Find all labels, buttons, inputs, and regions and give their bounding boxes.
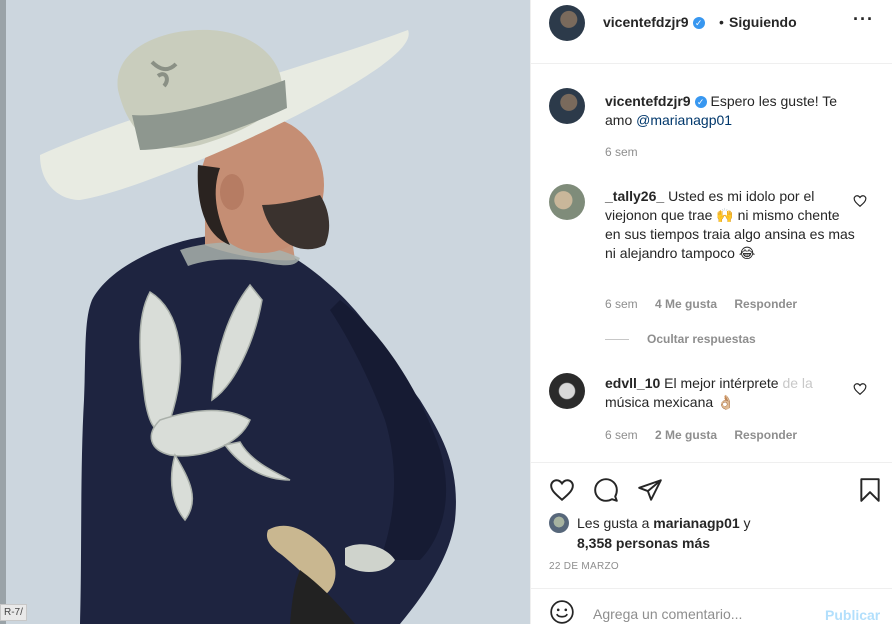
post-header: vicentefdzjr9 ✓ • Siguiendo ··· xyxy=(531,0,892,64)
reply-button[interactable]: Responder xyxy=(734,297,797,311)
caption-meta: 6 sem xyxy=(605,145,652,159)
comment-username[interactable]: _tally26_ xyxy=(605,188,664,204)
paper-plane-icon[interactable] xyxy=(637,477,663,503)
add-comment-bar: Publicar xyxy=(531,588,892,624)
comment-text-faded: de la xyxy=(782,375,813,391)
charro-illustration xyxy=(0,0,530,624)
comment-username[interactable]: edvll_10 xyxy=(605,375,660,391)
comment-likes[interactable]: 2 Me gusta xyxy=(655,428,717,442)
post-detail-panel: vicentefdzjr9 ✓ • Siguiendo ··· vicentefd… xyxy=(530,0,892,624)
more-options-icon[interactable]: ··· xyxy=(853,9,874,30)
reply-button[interactable]: Responder xyxy=(734,428,797,442)
comment-meta: 6 sem 4 Me gusta Responder xyxy=(605,297,811,311)
hide-replies-label[interactable]: Ocultar respuestas xyxy=(647,332,756,346)
comment-likes[interactable]: 4 Me gusta xyxy=(655,297,717,311)
left-edge-strip xyxy=(0,0,6,624)
caption-time[interactable]: 6 sem xyxy=(605,145,638,159)
liker-avatar[interactable] xyxy=(549,513,569,533)
publish-button[interactable]: Publicar xyxy=(825,607,880,623)
comment-body: _tally26_ Usted es mi idolo por el viejo… xyxy=(605,187,855,263)
likes-prefix: Les gusta a xyxy=(577,515,650,531)
edge-label: R-7/ xyxy=(0,604,27,621)
comment-avatar[interactable] xyxy=(549,373,585,409)
hide-replies-button[interactable]: Ocultar respuestas xyxy=(605,332,756,346)
verified-badge-icon: ✓ xyxy=(692,17,705,29)
bookmark-icon[interactable] xyxy=(857,477,883,503)
verified-badge-icon: ✓ xyxy=(694,96,707,108)
likes-connector: y xyxy=(743,515,751,531)
post-photo[interactable]: R-7/ xyxy=(0,0,530,624)
liker-username[interactable]: marianagp01 xyxy=(653,515,739,531)
comment-avatar[interactable] xyxy=(549,184,585,220)
caption-body: vicentefdzjr9 ✓ Espero les guste! Te amo … xyxy=(605,92,855,130)
comment-text: El mejor intérprete xyxy=(664,375,779,391)
caption-username[interactable]: vicentefdzjr9 xyxy=(605,93,691,109)
header-separator: • xyxy=(719,14,724,30)
comment-meta: 6 sem 2 Me gusta Responder xyxy=(605,428,811,442)
replies-divider xyxy=(605,339,629,341)
likes-summary: Les gusta a marianagp01 y 8,358 personas… xyxy=(549,513,879,553)
likes-others[interactable]: 8,358 personas más xyxy=(577,535,710,551)
comment-bubble-icon[interactable] xyxy=(593,477,619,503)
emoji-smiley-icon[interactable] xyxy=(549,599,575,624)
like-heart-icon[interactable] xyxy=(549,477,575,503)
author-username-text[interactable]: vicentefdzjr9 xyxy=(603,14,689,30)
comment-time[interactable]: 6 sem xyxy=(605,428,638,442)
caption-avatar[interactable] xyxy=(549,88,585,124)
comment-text-cont: música mexicana 👌🏼 xyxy=(605,394,735,410)
comment-input[interactable] xyxy=(593,606,813,622)
post-date[interactable]: 22 DE MARZO xyxy=(549,561,619,572)
author-avatar[interactable] xyxy=(549,5,585,41)
caption-mention[interactable]: @marianagp01 xyxy=(636,112,732,128)
comments-list[interactable]: vicentefdzjr9 ✓ Espero les guste! Te amo … xyxy=(531,64,892,462)
heart-icon[interactable] xyxy=(853,382,867,396)
comment-body: edvll_10 El mejor intérprete de la músic… xyxy=(605,374,855,412)
author-username[interactable]: vicentefdzjr9 ✓ xyxy=(603,14,705,30)
comment-time[interactable]: 6 sem xyxy=(605,297,638,311)
heart-icon[interactable] xyxy=(853,194,867,208)
following-button[interactable]: Siguiendo xyxy=(729,14,797,30)
